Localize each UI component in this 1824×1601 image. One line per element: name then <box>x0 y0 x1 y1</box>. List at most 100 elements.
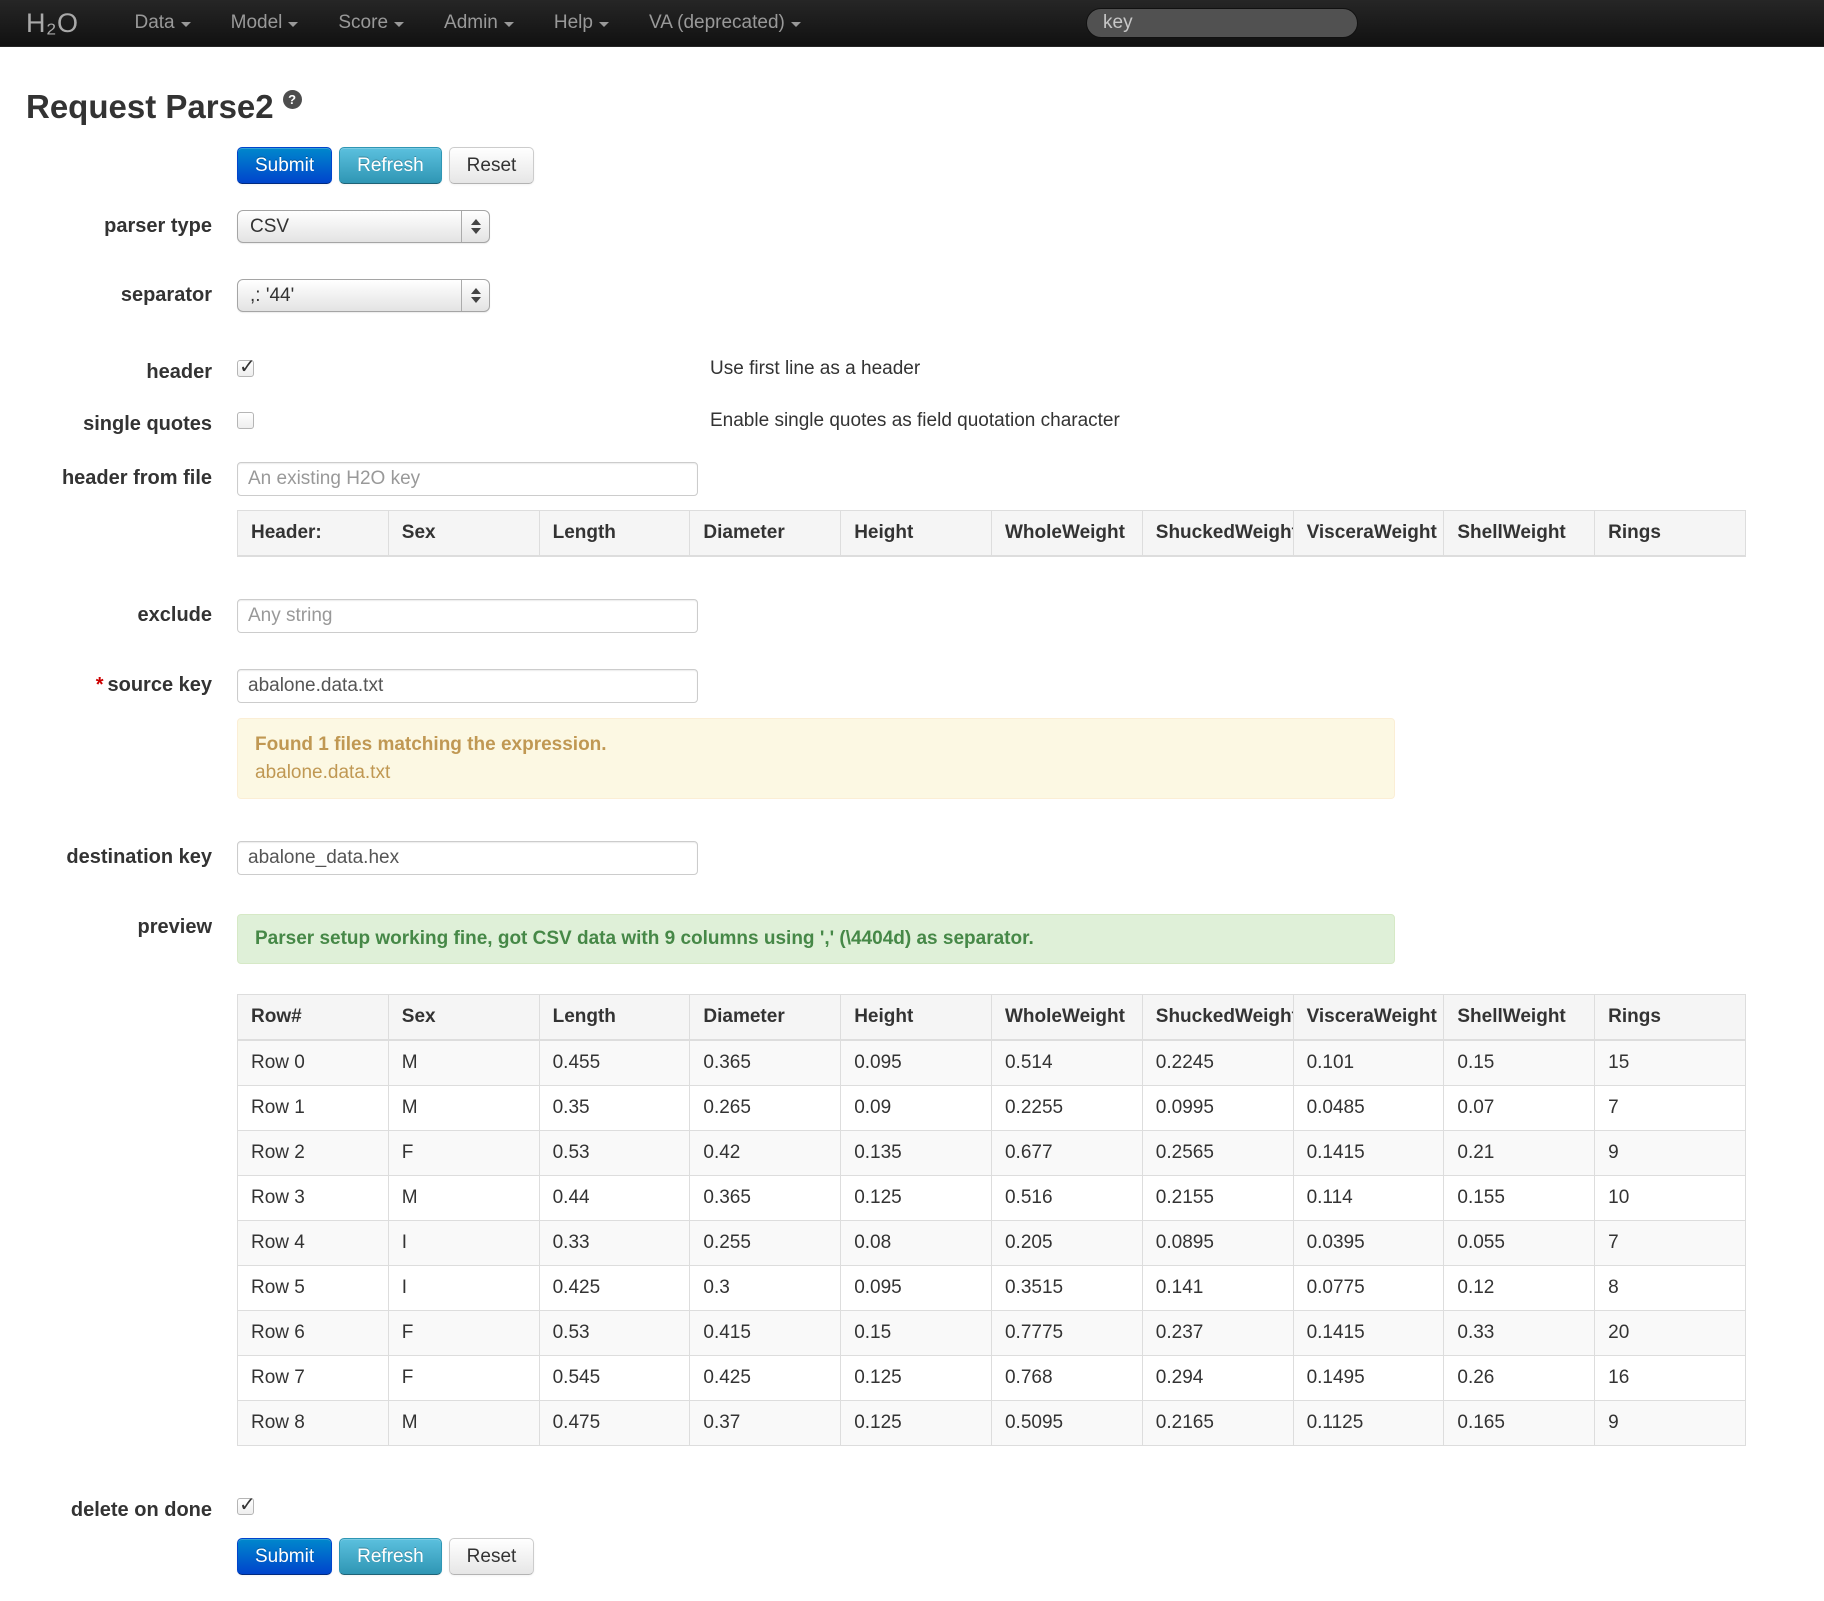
header-checkbox[interactable]: ✓ <box>237 360 254 377</box>
check-icon: ✓ <box>239 1492 256 1517</box>
table-cell: 0.125 <box>841 1356 992 1401</box>
delete-on-done-label: delete on done <box>26 1494 212 1522</box>
form-row-exclude: exclude <box>26 599 1798 633</box>
separator-select[interactable]: ,: '44' <box>237 279 490 312</box>
table-cell: 0.15 <box>1444 1040 1595 1086</box>
table-cell: 0.101 <box>1293 1040 1444 1086</box>
h2o-logo[interactable]: H₂O <box>26 8 78 39</box>
table-cell: M <box>388 1401 539 1446</box>
table-cell: F <box>388 1311 539 1356</box>
select-stepper-icon <box>461 211 489 242</box>
navbar-menu-item-label: Admin <box>444 12 498 34</box>
table-cell: Row 1 <box>238 1086 389 1131</box>
table-cell: 9 <box>1595 1131 1746 1176</box>
form-row-separator: separator ,: '44' <box>26 279 1798 312</box>
top-button-row: Submit Refresh Reset <box>237 147 1798 184</box>
submit-button[interactable]: Submit <box>237 147 332 184</box>
table-row: Row 3M0.440.3650.1250.5160.21550.1140.15… <box>238 1176 1746 1221</box>
preview-table-header-row: Row#SexLengthDiameterHeightWholeWeightSh… <box>238 995 1746 1041</box>
table-cell: 0.0895 <box>1142 1221 1293 1266</box>
table-row: Row 0M0.4550.3650.0950.5140.22450.1010.1… <box>238 1040 1746 1086</box>
caret-down-icon <box>288 22 298 27</box>
refresh-button[interactable]: Refresh <box>339 147 442 184</box>
table-row: Row 4I0.330.2550.080.2050.08950.03950.05… <box>238 1221 1746 1266</box>
form-row-preview: preview Parser setup working fine, got C… <box>26 911 1798 964</box>
table-cell: 0.425 <box>690 1356 841 1401</box>
single-quotes-help-text: Enable single quotes as field quotation … <box>710 410 1120 432</box>
table-cell: Row 0 <box>238 1040 389 1086</box>
parser-type-select[interactable]: CSV <box>237 210 490 243</box>
table-cell: 0.1125 <box>1293 1401 1444 1446</box>
reset-button[interactable]: Reset <box>449 147 535 184</box>
source-key-input[interactable] <box>237 669 698 703</box>
table-cell: 0.15 <box>841 1311 992 1356</box>
navbar-menu-item-label: VA (deprecated) <box>649 12 785 34</box>
header-columns-row: Header:SexLengthDiameterHeightWholeWeigh… <box>238 511 1746 557</box>
table-cell: 0.2165 <box>1142 1401 1293 1446</box>
header-column-cell: Height <box>841 511 992 557</box>
table-cell: 0.1415 <box>1293 1311 1444 1356</box>
table-cell: 0.21 <box>1444 1131 1595 1176</box>
navbar-menu-item[interactable]: Admin <box>424 0 534 47</box>
title-row: Request Parse2 ? <box>26 89 1798 125</box>
preview-column-cell: Rings <box>1595 995 1746 1041</box>
navbar-menu-item[interactable]: Data <box>114 0 210 47</box>
table-row: Row 2F0.530.420.1350.6770.25650.14150.21… <box>238 1131 1746 1176</box>
caret-down-icon <box>791 22 801 27</box>
table-cell: 0.475 <box>539 1401 690 1446</box>
navbar-menu-item[interactable]: Score <box>318 0 424 47</box>
separator-label: separator <box>26 279 212 307</box>
single-quotes-label: single quotes <box>26 408 212 436</box>
table-cell: Row 8 <box>238 1401 389 1446</box>
table-cell: 0.2155 <box>1142 1176 1293 1221</box>
table-cell: 7 <box>1595 1086 1746 1131</box>
bottom-button-row: Submit Refresh Reset <box>237 1538 1798 1575</box>
single-quotes-checkbox[interactable]: ✓ <box>237 412 254 429</box>
header-from-file-input[interactable] <box>237 462 698 496</box>
table-row: Row 6F0.530.4150.150.77750.2370.14150.33… <box>238 1311 1746 1356</box>
help-icon[interactable]: ? <box>283 90 302 109</box>
exclude-input[interactable] <box>237 599 698 633</box>
preview-table-body: Row 0M0.4550.3650.0950.5140.22450.1010.1… <box>238 1040 1746 1446</box>
header-columns-table: Header:SexLengthDiameterHeightWholeWeigh… <box>237 510 1746 557</box>
table-cell: 0.44 <box>539 1176 690 1221</box>
navbar-menu-item-label: Score <box>338 12 388 34</box>
table-cell: 0.455 <box>539 1040 690 1086</box>
table-cell: I <box>388 1221 539 1266</box>
header-column-cell: Rings <box>1595 511 1746 557</box>
caret-down-icon <box>504 22 514 27</box>
table-cell: Row 3 <box>238 1176 389 1221</box>
table-cell: 0.7775 <box>991 1311 1142 1356</box>
table-cell: 0.545 <box>539 1356 690 1401</box>
search-input[interactable] <box>1086 8 1358 38</box>
table-cell: 0.0995 <box>1142 1086 1293 1131</box>
table-cell: Row 6 <box>238 1311 389 1356</box>
table-cell: 0.425 <box>539 1266 690 1311</box>
table-cell: 0.33 <box>539 1221 690 1266</box>
table-cell: 0.237 <box>1142 1311 1293 1356</box>
destination-key-input[interactable] <box>237 841 698 875</box>
navbar-menu-item[interactable]: Model <box>211 0 319 47</box>
header-help-text: Use first line as a header <box>710 358 920 380</box>
caret-down-icon <box>599 22 609 27</box>
table-cell: 8 <box>1595 1266 1746 1311</box>
files-matching-alert-filename: abalone.data.txt <box>255 759 1377 787</box>
form-row-source-key: *source key Found 1 files matching the e… <box>26 669 1798 799</box>
table-cell: 0.5095 <box>991 1401 1142 1446</box>
reset-button[interactable]: Reset <box>449 1538 535 1575</box>
delete-on-done-checkbox[interactable]: ✓ <box>237 1498 254 1515</box>
table-cell: 0.265 <box>690 1086 841 1131</box>
table-cell: 0.514 <box>991 1040 1142 1086</box>
navbar-menu-item[interactable]: VA (deprecated) <box>629 0 821 47</box>
header-column-cell: ShuckedWeight <box>1142 511 1293 557</box>
table-cell: M <box>388 1176 539 1221</box>
navbar-menu-item[interactable]: Help <box>534 0 629 47</box>
submit-button[interactable]: Submit <box>237 1538 332 1575</box>
files-matching-alert: Found 1 files matching the expression. a… <box>237 718 1395 799</box>
preview-column-cell: VisceraWeight <box>1293 995 1444 1041</box>
header-column-cell: ShellWeight <box>1444 511 1595 557</box>
table-cell: 0.677 <box>991 1131 1142 1176</box>
table-cell: 0.125 <box>841 1176 992 1221</box>
header-from-file-label: header from file <box>26 462 212 490</box>
refresh-button[interactable]: Refresh <box>339 1538 442 1575</box>
